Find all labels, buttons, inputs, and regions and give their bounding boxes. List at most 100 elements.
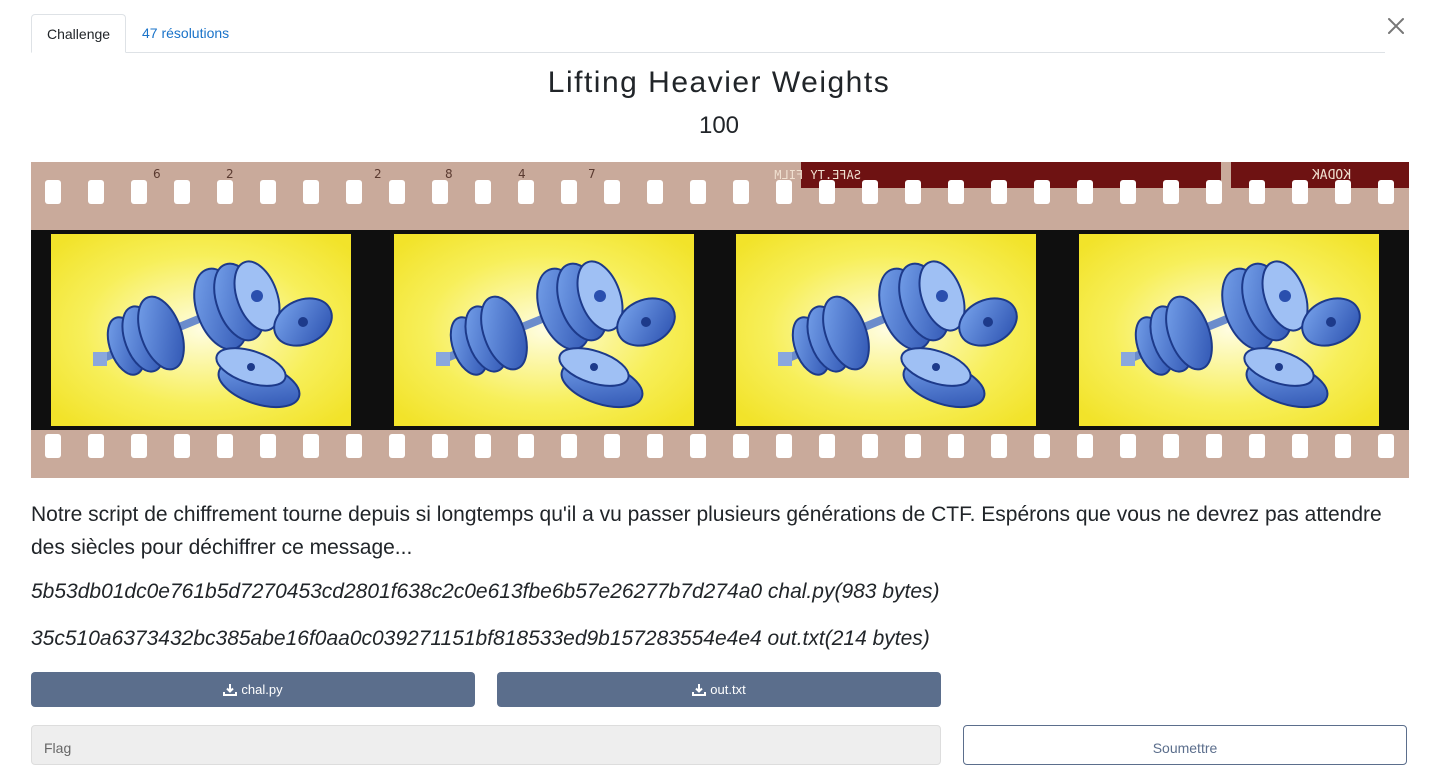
download-icon (223, 684, 238, 696)
sprocket-hole (475, 180, 491, 204)
sprocket-hole (948, 434, 964, 458)
sprocket-hole (131, 180, 147, 204)
sprocket-hole (389, 180, 405, 204)
sprocket-hole (432, 434, 448, 458)
challenge-banner-image: 6 2 2 8 4 7 SAFE.TY FILM KODAK (31, 162, 1409, 478)
sprocket-hole (733, 180, 749, 204)
tab-bar: Challenge 47 résolutions (31, 14, 1385, 53)
download-icon (692, 684, 707, 696)
download-out-button[interactable]: out.txt (497, 672, 941, 707)
file-size: (214 bytes) (824, 627, 930, 650)
file-hash-line: 5b53db01dc0e761b5d7270453cd2801f638c2c0e… (31, 580, 940, 604)
sprocket-hole (174, 180, 190, 204)
sprocket-hole (1249, 434, 1265, 458)
challenge-title: Lifting Heavier Weights (547, 66, 891, 99)
sprocket-hole (346, 434, 362, 458)
download-label: out.txt (710, 682, 746, 697)
sprocket-hole (819, 434, 835, 458)
sprocket-hole (776, 434, 792, 458)
sprocket-hole (905, 180, 921, 204)
sprocket-hole (1206, 180, 1222, 204)
flag-input[interactable]: Flag (31, 725, 941, 765)
film-frame (736, 234, 1036, 426)
close-icon[interactable] (1384, 14, 1408, 38)
sprocket-hole (690, 434, 706, 458)
sprocket-hole (1335, 180, 1351, 204)
sprocket-hole (88, 180, 104, 204)
sprocket-hole (948, 180, 964, 204)
sprocket-hole (604, 434, 620, 458)
sprocket-hole (991, 180, 1007, 204)
film-frame (51, 234, 351, 426)
sprocket-hole (1249, 180, 1265, 204)
file-hash: 5b53db01dc0e761b5d7270453cd2801f638c2c0e… (31, 580, 763, 603)
sprocket-hole (518, 434, 534, 458)
sprocket-hole (1292, 180, 1308, 204)
sprocket-hole (1077, 434, 1093, 458)
sprocket-hole (1206, 434, 1222, 458)
file-name: out.txt (767, 627, 825, 650)
sprocket-hole (690, 180, 706, 204)
film-mark: 7 (588, 167, 596, 181)
file-size: (983 bytes) (834, 580, 940, 603)
svg-text:KODAK: KODAK (1312, 168, 1351, 183)
sprocket-hole (518, 180, 534, 204)
sprocket-hole (346, 180, 362, 204)
challenge-description: Notre script de chiffrement tourne depui… (31, 503, 1382, 559)
sprocket-hole (604, 180, 620, 204)
film-mark: 4 (518, 167, 526, 181)
sprocket-hole (303, 180, 319, 204)
sprocket-hole (217, 434, 233, 458)
film-mark: 2 (226, 167, 234, 181)
sprocket-hole (1163, 434, 1179, 458)
svg-text:SAFE.TY FILM: SAFE.TY FILM (774, 168, 861, 182)
sprocket-hole (733, 434, 749, 458)
sprocket-hole (561, 180, 577, 204)
film-frame (1079, 234, 1379, 426)
download-label: chal.py (241, 682, 283, 697)
sprocket-hole (260, 180, 276, 204)
sprocket-hole (1292, 434, 1308, 458)
file-hash-line: 35c510a6373432bc385abe16f0aa0c039271151b… (31, 627, 930, 651)
sprocket-hole (1120, 180, 1136, 204)
tab-challenge[interactable]: Challenge (31, 14, 126, 53)
sprocket-hole (303, 434, 319, 458)
sprocket-hole (819, 180, 835, 204)
submit-label: Soumettre (1152, 740, 1218, 756)
film-mark: 2 (374, 167, 382, 181)
sprocket-hole (1034, 434, 1050, 458)
sprocket-hole (88, 434, 104, 458)
file-name: chal.py (767, 580, 835, 603)
challenge-points: 100 (698, 112, 740, 139)
submit-button[interactable]: Soumettre (963, 725, 1407, 765)
sprocket-hole (905, 434, 921, 458)
sprocket-hole (1163, 180, 1179, 204)
sprocket-hole (45, 434, 61, 458)
sprocket-hole (174, 434, 190, 458)
tab-solves[interactable]: 47 résolutions (127, 14, 244, 52)
sprocket-hole (647, 180, 663, 204)
sprocket-hole (1335, 434, 1351, 458)
sprocket-hole (776, 180, 792, 204)
download-chal-button[interactable]: chal.py (31, 672, 475, 707)
sprocket-hole (1378, 434, 1394, 458)
film-mark: 8 (445, 167, 453, 181)
sprocket-hole (475, 434, 491, 458)
file-hash: 35c510a6373432bc385abe16f0aa0c039271151b… (31, 627, 762, 650)
sprocket-hole (1378, 180, 1394, 204)
sprocket-hole (647, 434, 663, 458)
sprocket-hole (1077, 180, 1093, 204)
sprocket-hole (131, 434, 147, 458)
sprocket-hole (1120, 434, 1136, 458)
film-mark: 6 (153, 167, 161, 181)
sprocket-hole (260, 434, 276, 458)
sprocket-hole (217, 180, 233, 204)
sprocket-hole (389, 434, 405, 458)
film-frame (394, 234, 694, 426)
sprocket-hole (1034, 180, 1050, 204)
sprocket-hole (862, 180, 878, 204)
flag-placeholder: Flag (44, 740, 72, 756)
sprocket-hole (432, 180, 448, 204)
sprocket-hole (561, 434, 577, 458)
sprocket-hole (862, 434, 878, 458)
